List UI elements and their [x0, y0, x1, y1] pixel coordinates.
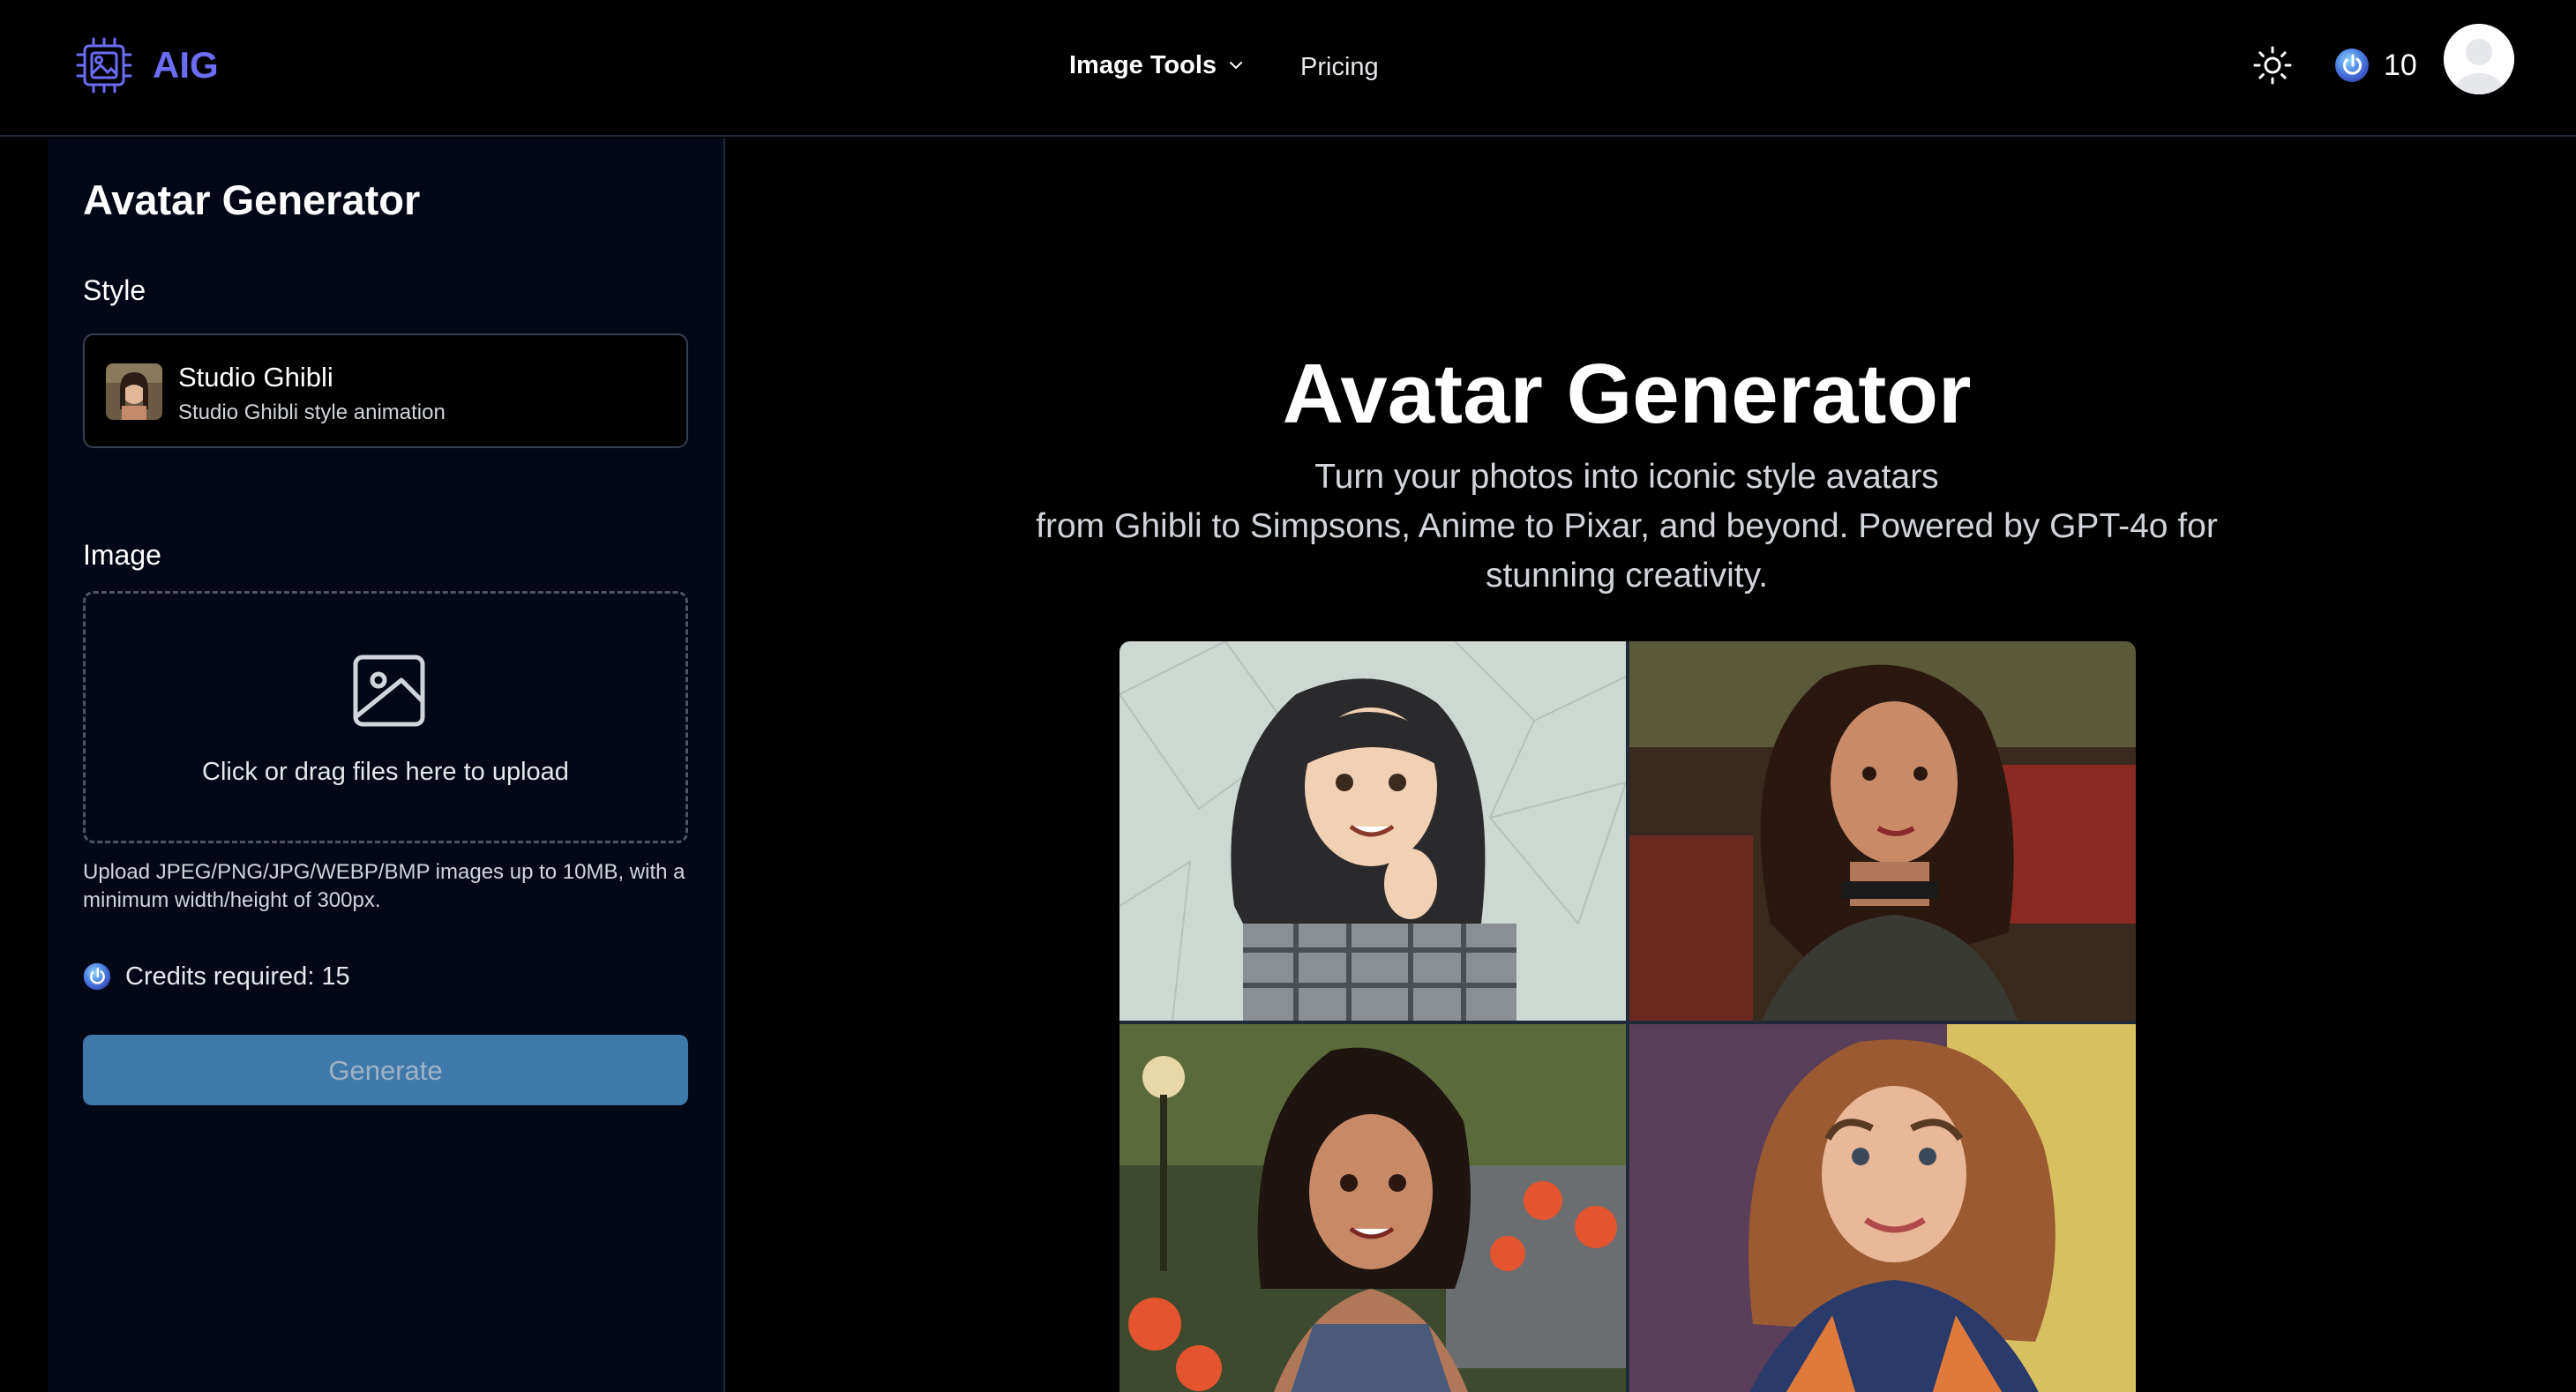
- gallery-image-anime: [1120, 1024, 1626, 1392]
- image-upload-icon: [353, 655, 425, 727]
- nav-pricing-link[interactable]: Pricing: [1300, 49, 1379, 85]
- credit-coin-icon: [83, 962, 111, 991]
- credits-required-text: Credits required: 15: [125, 962, 350, 991]
- example-avatar-gallery: [1120, 641, 2136, 1392]
- hero-subtitle-line-2: from Ghibli to Simpsons, Anime to Pixar,…: [1036, 507, 2218, 595]
- user-avatar[interactable]: [2444, 24, 2514, 94]
- chevron-down-icon: [1230, 62, 1243, 69]
- nav-image-tools-label: Image Tools: [1069, 51, 1217, 79]
- credits-balance[interactable]: 10: [2334, 44, 2417, 86]
- sun-icon[interactable]: [2251, 44, 2294, 86]
- credit-coin-icon: [2335, 49, 2369, 82]
- style-description: Studio Ghibli style animation: [178, 400, 446, 424]
- image-upload-dropzone[interactable]: Click or drag files here to upload: [83, 591, 688, 843]
- logo-text[interactable]: AIG: [153, 41, 219, 90]
- image-label: Image: [83, 539, 161, 571]
- logo-chip-icon[interactable]: [74, 35, 134, 95]
- main-content: Avatar Generator Turn your photos into i…: [727, 138, 2576, 1392]
- gallery-image-ghibli: [1120, 641, 1626, 1021]
- generator-sidebar: Avatar Generator Style Studio Ghibli Stu…: [48, 138, 725, 1392]
- gallery-image-realistic: [1629, 641, 2136, 1021]
- upload-hint: Upload JPEG/PNG/JPG/WEBP/BMP images up t…: [83, 860, 685, 912]
- style-selector[interactable]: Studio Ghibli Studio Ghibli style animat…: [83, 333, 688, 448]
- generate-button[interactable]: Generate: [83, 1035, 688, 1105]
- credits-required: Credits required: 15: [83, 959, 350, 994]
- upload-instruction: Click or drag files here to upload: [202, 758, 569, 786]
- style-label: Style: [83, 274, 146, 306]
- style-thumbnail: [106, 363, 162, 420]
- hero-subtitle-line-1: Turn your photos into iconic style avata…: [1314, 458, 1939, 496]
- nav-image-tools-dropdown[interactable]: Image Tools: [1069, 48, 1245, 83]
- credits-count: 10: [2384, 49, 2417, 82]
- top-navbar: AIG Image Tools Pricing 10: [0, 0, 2576, 137]
- user-avatar-icon: [2444, 24, 2514, 94]
- hero-subtitle: Turn your photos into iconic style avata…: [1009, 453, 2244, 601]
- style-name: Studio Ghibli: [178, 362, 333, 393]
- hero-title: Avatar Generator: [1282, 347, 1972, 441]
- gallery-image-pixar: [1629, 1024, 2136, 1392]
- sidebar-title: Avatar Generator: [83, 176, 421, 223]
